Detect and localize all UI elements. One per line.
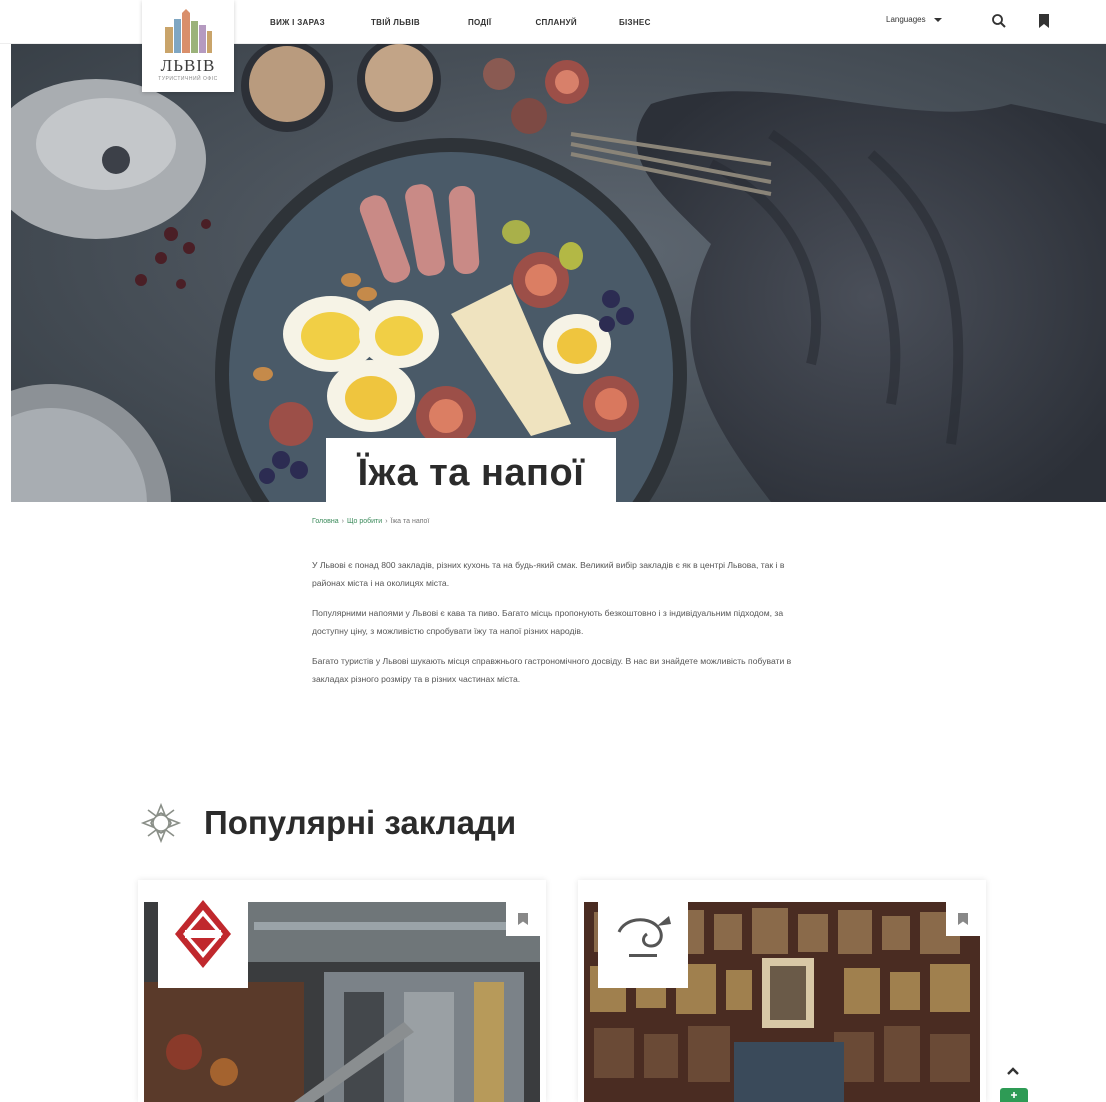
scroll-to-top-button[interactable] — [1001, 1063, 1025, 1079]
main-nav: ВИЖ І ЗАРАЗ ТВІЙ ЛЬВІВ ПОДІЇ СПЛАНУЙ БІЗ… — [270, 0, 711, 44]
venue-logo — [158, 880, 248, 988]
breadcrumb-current: Їжа та напої — [390, 518, 430, 525]
nav-item-plan[interactable]: СПЛАНУЙ — [535, 18, 577, 27]
nav-item-now[interactable]: ВИЖ І ЗАРАЗ — [270, 18, 325, 27]
post-horn-icon — [617, 916, 671, 957]
intro-paragraph: Популярними напоями у Львові є кава та п… — [312, 608, 784, 636]
popular-section-header: Популярні заклади — [140, 802, 516, 844]
chevron-down-icon — [933, 17, 942, 22]
bookmark-icon — [1039, 14, 1049, 28]
site-logo[interactable]: ЛЬВІВ ТУРИСТИЧНИЙ ОФІС — [142, 0, 234, 92]
chat-button[interactable] — [1000, 1088, 1028, 1102]
breadcrumb-parent[interactable]: Що робити — [347, 518, 382, 525]
breadcrumb: Головна › Що робити › Їжа та напої — [312, 518, 429, 525]
nav-item-business[interactable]: БІЗНЕС — [619, 18, 651, 27]
venue-logo-icon — [175, 900, 231, 968]
plus-icon — [1011, 1092, 1017, 1098]
intro-paragraph: У Львові є понад 800 закладів, різних ку… — [312, 560, 785, 588]
logo-subtitle: ТУРИСТИЧНИЙ ОФІС — [158, 76, 218, 82]
bookmark-icon — [518, 913, 528, 925]
hero-banner: Їжа та напої — [11, 44, 1106, 502]
bookmark-icon — [958, 913, 968, 925]
venue-card[interactable] — [578, 880, 986, 1102]
bookmark-button[interactable] — [506, 902, 540, 936]
search-icon — [992, 14, 1006, 28]
logo-text: ЛЬВІВ — [160, 56, 216, 75]
chevron-up-icon — [1007, 1067, 1019, 1075]
nav-item-your-lviv[interactable]: ТВІЙ ЛЬВІВ — [371, 18, 420, 27]
bookmarks-button[interactable] — [1038, 13, 1050, 29]
page-title: Їжа та напої — [326, 438, 616, 502]
city-skyline-icon — [165, 9, 212, 53]
intro-text: У Львові є понад 800 закладів, різних ку… — [312, 556, 817, 700]
venue-card[interactable] — [138, 880, 546, 1102]
ornament-icon — [140, 802, 182, 844]
intro-paragraph: Багато туристів у Львові шукають місця с… — [312, 656, 792, 684]
language-selector[interactable]: Languages — [886, 15, 942, 24]
hero-food-photo — [11, 44, 1106, 502]
breadcrumb-home[interactable]: Головна — [312, 518, 339, 525]
nav-item-events[interactable]: ПОДІЇ — [468, 18, 492, 27]
search-button[interactable] — [991, 13, 1007, 29]
venue-logo — [598, 880, 688, 988]
breadcrumb-separator: › — [341, 518, 344, 525]
bookmark-button[interactable] — [946, 902, 980, 936]
breadcrumb-separator: › — [385, 518, 388, 525]
language-label: Languages — [886, 15, 926, 24]
popular-section-title: Популярні заклади — [204, 804, 517, 841]
